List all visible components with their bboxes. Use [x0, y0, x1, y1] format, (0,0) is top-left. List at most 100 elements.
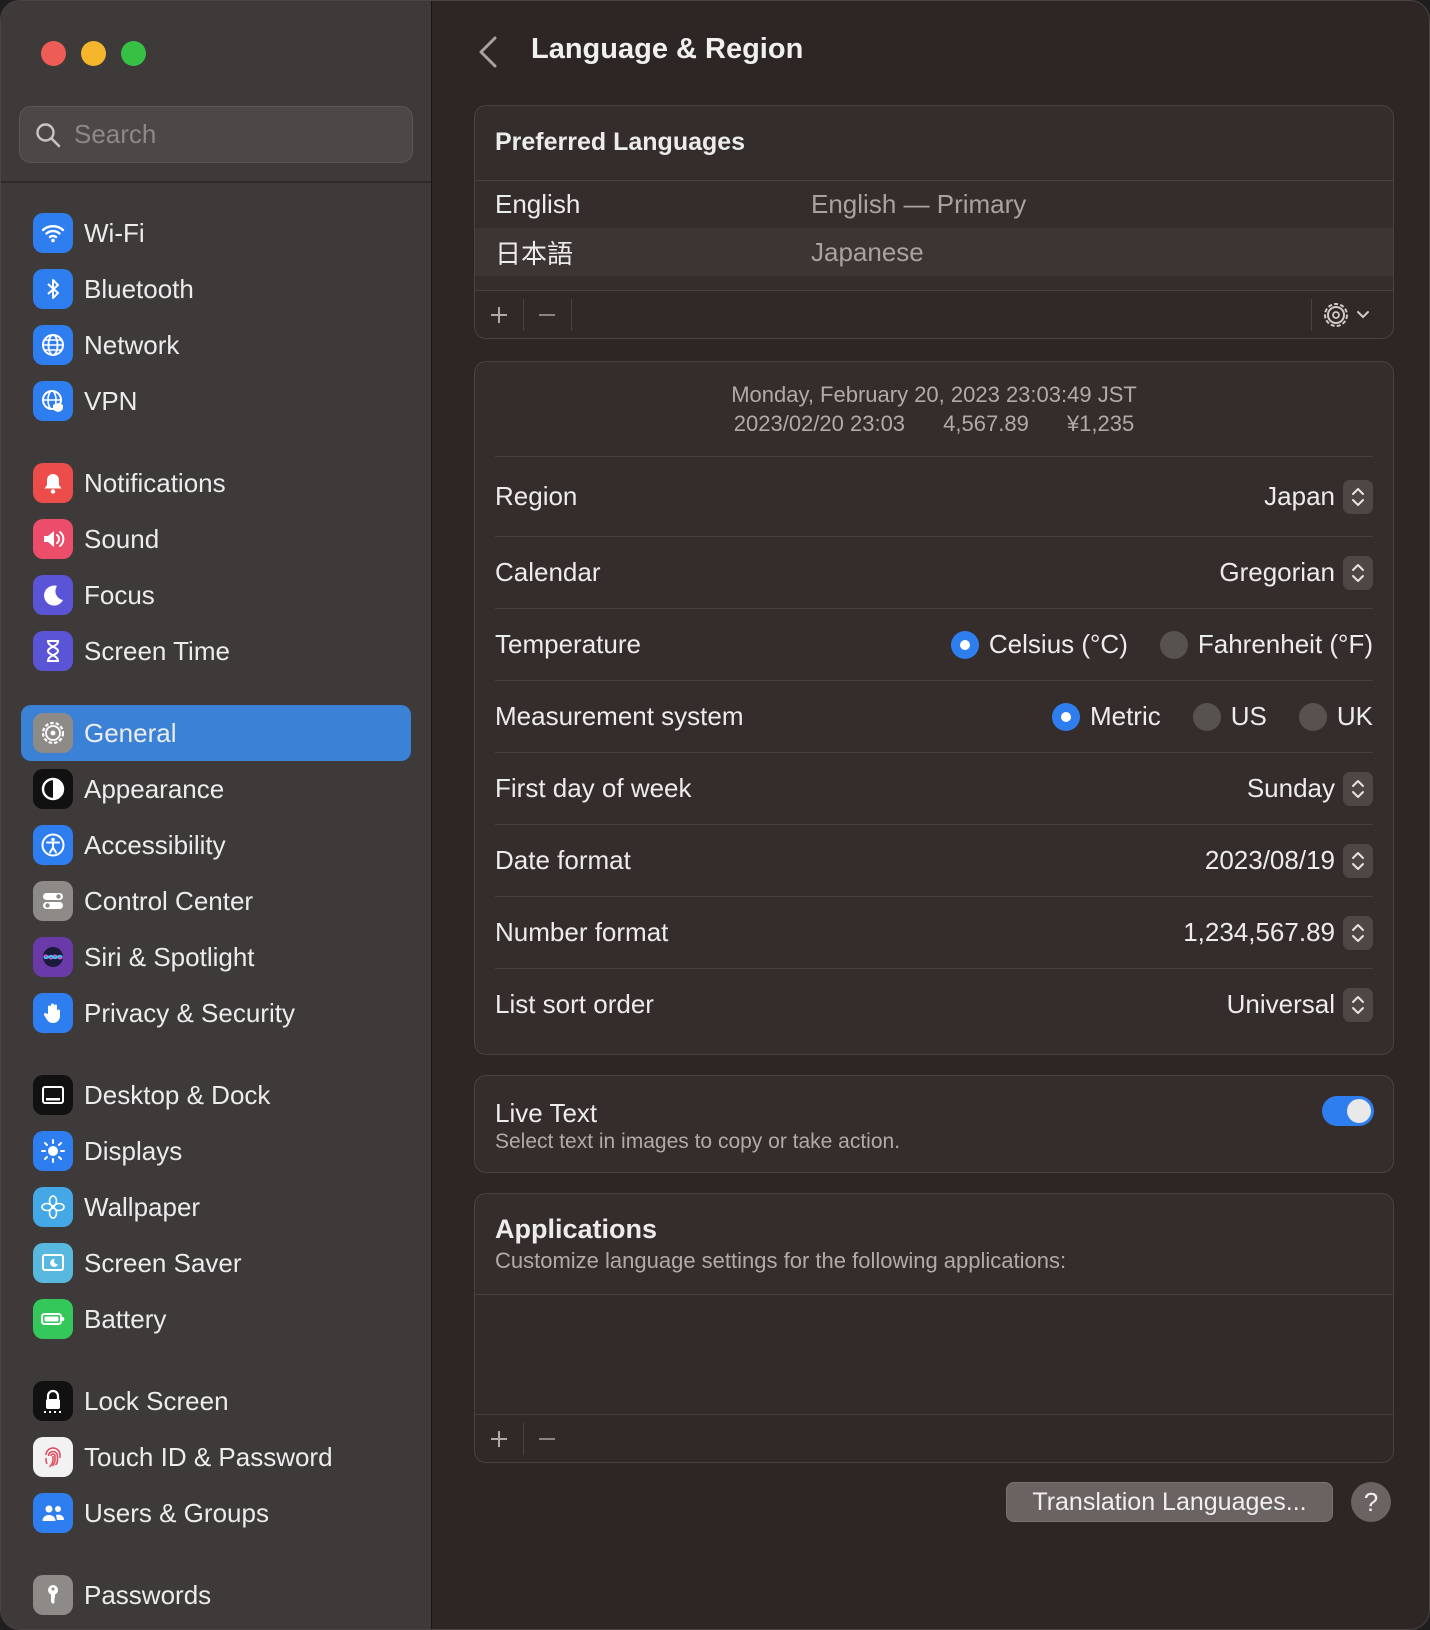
sidebar-item-battery[interactable]: Battery	[21, 1291, 411, 1347]
updown-chevron-icon	[1343, 987, 1373, 1022]
sidebar-item-displays[interactable]: Displays	[21, 1123, 411, 1179]
calendar-select[interactable]: Gregorian	[1219, 555, 1373, 590]
region-label: Region	[495, 481, 578, 511]
applications-panel: Applications Customize language settings…	[474, 1193, 1394, 1463]
remove-application-button[interactable]	[532, 1424, 562, 1454]
number-format-label: Number format	[495, 917, 669, 947]
temperature-radio-group: Celsius (°C) Fahrenheit (°F)	[919, 629, 1373, 660]
toolbar-divider	[523, 299, 524, 331]
sidebar-item-appearance[interactable]: Appearance	[21, 761, 411, 817]
preview-number: 4,567.89	[943, 411, 1029, 436]
metric-radio[interactable]: Metric	[1051, 701, 1161, 732]
sidebar-group: General Appearance Accessibility Control Ce…	[1, 705, 431, 1041]
sidebar-item-siri-and-spotlight[interactable]: Siri & Spotlight	[21, 929, 411, 985]
sidebar-item-label: Control Center	[84, 885, 254, 916]
region-select[interactable]: Japan	[1264, 479, 1373, 514]
bluetooth-icon	[33, 269, 73, 309]
fahrenheit-radio[interactable]: Fahrenheit (°F)	[1159, 629, 1373, 660]
sidebar-item-focus[interactable]: Focus	[21, 567, 411, 623]
first-day-value: Sunday	[1246, 773, 1335, 803]
first-day-select[interactable]: Sunday	[1246, 771, 1373, 806]
battery-icon	[33, 1299, 73, 1339]
live-text-subtitle: Select text in images to copy or take ac…	[495, 1130, 901, 1153]
appearance-icon	[33, 769, 73, 809]
radio-selected-icon	[950, 630, 979, 659]
updown-chevron-icon	[1343, 555, 1373, 590]
number-format-value: 1,234,567.89	[1183, 917, 1335, 947]
radio-label: Metric	[1089, 701, 1161, 731]
add-application-button[interactable]	[484, 1424, 514, 1454]
languages-toolbar	[475, 290, 1393, 338]
preferred-languages-panel: Preferred Languages English English — Pr…	[474, 105, 1394, 339]
back-chevron-icon[interactable]	[473, 34, 505, 70]
sidebar-item-notifications[interactable]: Notifications	[21, 455, 411, 511]
sidebar-item-passwords[interactable]: Passwords	[21, 1567, 411, 1623]
sidebar-group: Desktop & Dock Displays Wallpaper Screen Sa…	[1, 1067, 431, 1347]
siri-icon	[33, 937, 73, 977]
sidebar-item-label: Touch ID & Password	[84, 1441, 333, 1472]
language-row[interactable]: 日本語 Japanese	[475, 228, 1393, 276]
calendar-row: Calendar Gregorian	[495, 536, 1373, 608]
number-format-select[interactable]: 1,234,567.89	[1183, 915, 1373, 950]
sidebar: Wi-Fi Bluetooth Network VPN Notifications Sou…	[1, 1, 432, 1629]
remove-language-button[interactable]	[532, 300, 562, 330]
celsius-radio[interactable]: Celsius (°C)	[950, 629, 1128, 660]
search-input[interactable]	[74, 119, 394, 150]
sidebar-item-wallpaper[interactable]: Wallpaper	[21, 1179, 411, 1235]
hourglass-icon	[33, 631, 73, 671]
sidebar-item-screen-time[interactable]: Screen Time	[21, 623, 411, 679]
applications-title: Applications	[495, 1214, 658, 1244]
first-day-row: First day of week Sunday	[495, 752, 1373, 824]
sidebar-item-wi-fi[interactable]: Wi-Fi	[21, 205, 411, 261]
sidebar-item-label: Bluetooth	[84, 273, 194, 304]
close-window-button[interactable]	[41, 41, 66, 66]
preview-currency: ¥1,235	[1066, 411, 1135, 436]
sidebar-item-screen-saver[interactable]: Screen Saver	[21, 1235, 411, 1291]
settings-window: Wi-Fi Bluetooth Network VPN Notifications Sou…	[0, 0, 1430, 1630]
region-format-panel: Monday, February 20, 2023 23:03:49 JST 2…	[474, 361, 1394, 1055]
date-format-select[interactable]: 2023/08/19	[1205, 843, 1373, 878]
help-button[interactable]: ?	[1351, 1482, 1391, 1522]
temperature-label: Temperature	[495, 629, 641, 659]
sidebar-group: Wi-Fi Bluetooth Network VPN	[1, 205, 431, 429]
vpn-globe-icon	[33, 381, 73, 421]
number-format-row: Number format 1,234,567.89	[495, 896, 1373, 968]
search-field[interactable]	[19, 106, 413, 163]
sidebar-item-users-and-groups[interactable]: Users & Groups	[21, 1485, 411, 1541]
applications-list[interactable]	[475, 1294, 1393, 1416]
sidebar-item-bluetooth[interactable]: Bluetooth	[21, 261, 411, 317]
sidebar-item-network[interactable]: Network	[21, 317, 411, 373]
language-actions-menu[interactable]	[1321, 300, 1381, 330]
date-format-row: Date format 2023/08/19	[495, 824, 1373, 896]
sidebar-item-desktop-and-dock[interactable]: Desktop & Dock	[21, 1067, 411, 1123]
sidebar-item-general[interactable]: General	[21, 705, 411, 761]
language-row[interactable]: English English — Primary	[475, 180, 1393, 228]
translation-languages-button[interactable]: Translation Languages...	[1006, 1482, 1333, 1522]
sidebar-group: Passwords	[1, 1567, 431, 1623]
toolbar-divider	[523, 1423, 524, 1455]
sidebar-item-touch-id-and-password[interactable]: Touch ID & Password	[21, 1429, 411, 1485]
sidebar-item-label: Users & Groups	[84, 1497, 269, 1528]
region-value: Japan	[1264, 481, 1335, 511]
zoom-window-button[interactable]	[121, 41, 146, 66]
sidebar-item-label: Screen Time	[84, 635, 230, 666]
toolbar-divider	[571, 299, 572, 331]
live-text-toggle[interactable]	[1322, 1096, 1374, 1126]
sidebar-item-control-center[interactable]: Control Center	[21, 873, 411, 929]
sort-order-select[interactable]: Universal	[1227, 987, 1373, 1022]
toggles-icon	[33, 881, 73, 921]
sidebar-item-privacy-and-security[interactable]: Privacy & Security	[21, 985, 411, 1041]
sidebar-item-accessibility[interactable]: Accessibility	[21, 817, 411, 873]
sidebar-item-sound[interactable]: Sound	[21, 511, 411, 567]
us-radio[interactable]: US	[1192, 701, 1267, 732]
sidebar-item-vpn[interactable]: VPN	[21, 373, 411, 429]
gear-icon	[33, 713, 73, 753]
minimize-window-button[interactable]	[81, 41, 106, 66]
region-row: Region Japan	[495, 456, 1373, 536]
gear-icon	[1324, 303, 1348, 327]
sidebar-item-lock-screen[interactable]: Lock Screen	[21, 1373, 411, 1429]
window-controls	[41, 41, 146, 66]
add-language-button[interactable]	[484, 300, 514, 330]
preferred-languages-heading: Preferred Languages	[495, 128, 746, 156]
uk-radio[interactable]: UK	[1298, 701, 1373, 732]
